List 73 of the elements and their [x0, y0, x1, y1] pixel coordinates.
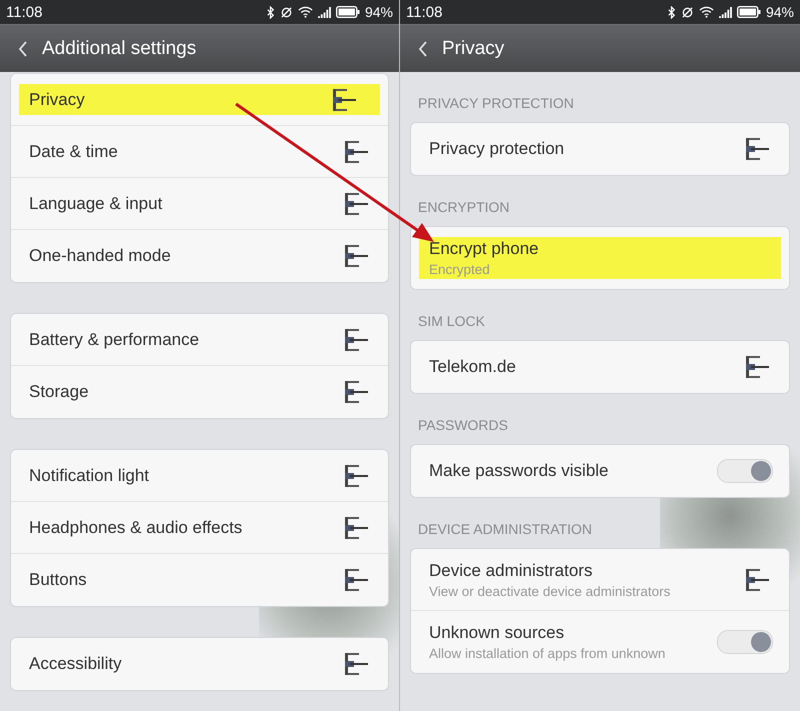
- spaceship-icon: [342, 244, 368, 268]
- settings-row[interactable]: Encrypt phone Encrypted: [411, 227, 789, 289]
- battery-percent: 94%: [364, 4, 393, 20]
- section-header: PRIVACY PROTECTION: [417, 94, 575, 113]
- status-time: 11:08: [6, 4, 42, 20]
- row-title: Unknown sources: [429, 623, 564, 643]
- spaceship-icon: [342, 140, 368, 164]
- row-title: Date & time: [29, 142, 118, 162]
- spaceship-icon: [743, 137, 769, 161]
- row-title: Storage: [29, 382, 89, 402]
- row-title: Make passwords visible: [429, 461, 609, 481]
- back-button[interactable]: [18, 38, 28, 58]
- settings-row[interactable]: Headphones & audio effects: [11, 502, 388, 554]
- row-subtitle: Allow installation of apps from unknown: [429, 646, 666, 661]
- spaceship-icon: [342, 328, 368, 352]
- battery-icon: [736, 6, 761, 18]
- section-header: SIM LOCK: [417, 312, 486, 331]
- bluetooth-icon: [266, 6, 275, 18]
- row-title: One-handed mode: [29, 246, 171, 266]
- row-title: Privacy protection: [429, 139, 564, 159]
- settings-row[interactable]: One-handed mode: [11, 230, 388, 282]
- row-title: Language & input: [29, 194, 162, 214]
- spaceship-icon: [743, 355, 769, 379]
- row-subtitle: View or deactivate device administrators: [429, 584, 670, 598]
- spaceship-icon: [743, 568, 769, 592]
- screen-title: Additional settings: [42, 38, 196, 60]
- row-title: Battery & performance: [29, 330, 200, 350]
- row-title: Notification light: [29, 466, 150, 486]
- row-title: Device administrators: [429, 560, 592, 580]
- alarm-off-icon: [680, 6, 694, 18]
- alarm-off-icon: [280, 6, 293, 18]
- signal-icon: [318, 6, 331, 18]
- settings-row[interactable]: Accessibility: [11, 638, 388, 690]
- settings-row[interactable]: Language & input: [11, 178, 388, 230]
- spaceship-icon: [342, 192, 368, 216]
- wifi-icon: [698, 6, 714, 18]
- row-title: Telekom.de: [429, 357, 516, 377]
- battery-icon: [336, 6, 360, 18]
- spaceship-icon: [342, 516, 368, 540]
- settings-row[interactable]: Privacy protection: [411, 123, 789, 175]
- settings-row[interactable]: Date & time: [11, 126, 388, 178]
- row-title: Encrypt phone: [429, 239, 539, 259]
- spaceship-icon: [342, 380, 368, 404]
- settings-row[interactable]: Battery & performance: [11, 314, 388, 366]
- row-title: Headphones & audio effects: [29, 518, 242, 538]
- spaceship-icon: [342, 652, 368, 676]
- settings-row[interactable]: Unknown sources Allow installation of apps from unknown: [411, 611, 789, 673]
- toggle-switch[interactable]: [717, 630, 773, 654]
- settings-row[interactable]: Privacy: [11, 74, 388, 126]
- settings-row[interactable]: Make passwords visible: [411, 445, 789, 497]
- back-button[interactable]: [418, 38, 428, 58]
- toggle-switch[interactable]: [717, 459, 773, 483]
- row-title: Buttons: [29, 570, 87, 590]
- section-header: DEVICE ADMINISTRATION: [417, 520, 593, 539]
- spaceship-icon: [330, 88, 356, 112]
- battery-percent: 94%: [766, 4, 794, 20]
- row-title: Privacy: [29, 90, 85, 110]
- screen-title: Privacy: [442, 38, 504, 60]
- spaceship-icon: [342, 568, 368, 592]
- wifi-icon: [298, 6, 313, 18]
- settings-row[interactable]: Telekom.de: [411, 341, 789, 393]
- spaceship-icon: [342, 464, 368, 488]
- section-header: PASSWORDS: [417, 416, 509, 435]
- settings-row[interactable]: Buttons: [11, 554, 388, 606]
- signal-icon: [718, 6, 732, 18]
- settings-row[interactable]: Storage: [11, 366, 388, 418]
- bluetooth-icon: [666, 6, 676, 18]
- row-subtitle: Encrypted: [429, 262, 490, 277]
- section-header: ENCRYPTION: [417, 198, 511, 217]
- settings-row[interactable]: Device administrators View or deactivate device administrators: [411, 549, 789, 611]
- settings-row[interactable]: Notification light: [11, 450, 388, 502]
- row-title: Accessibility: [29, 654, 122, 674]
- status-time: 11:08: [406, 4, 442, 20]
